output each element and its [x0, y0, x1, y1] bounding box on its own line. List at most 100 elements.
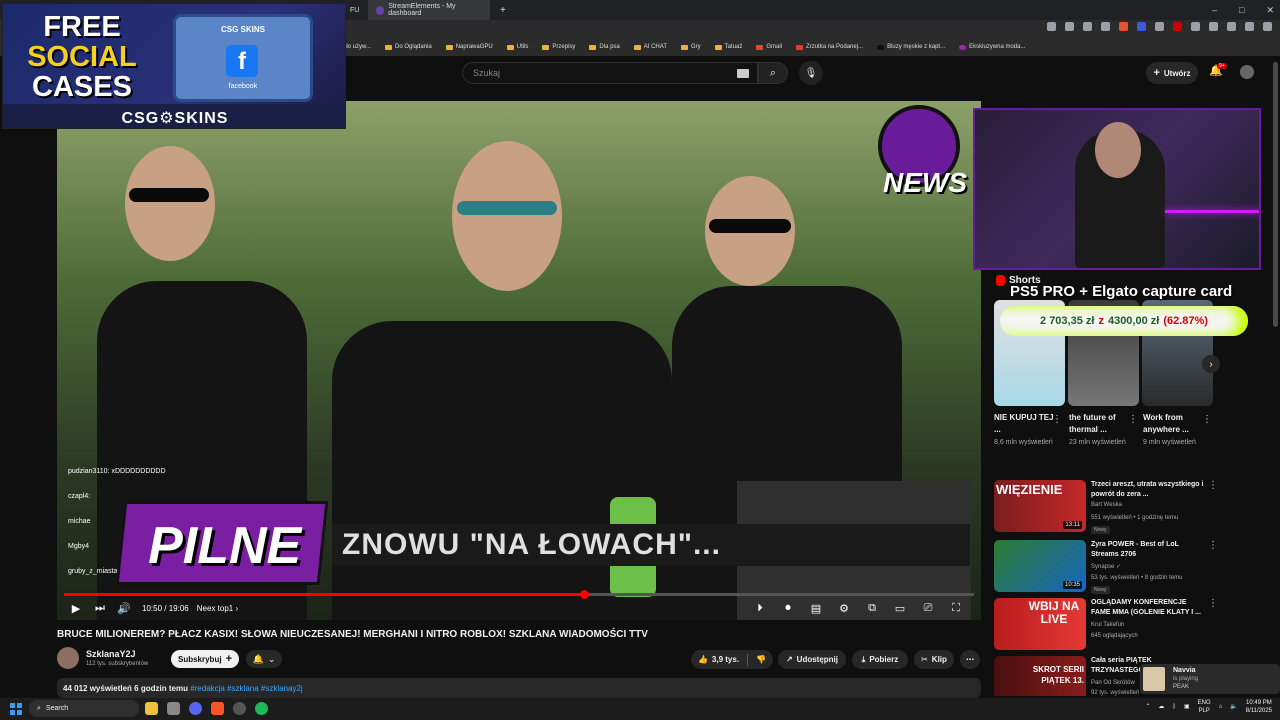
create-button[interactable]: + Utwórz [1146, 62, 1198, 84]
minimize-button[interactable]: – [1212, 5, 1217, 15]
ad-brand: CSG⚙SKINS [3, 104, 345, 128]
short-title[interactable]: Work from anywhere ... [1143, 412, 1207, 436]
channel-name[interactable]: SzklanaY2J [86, 649, 136, 659]
video-menu-button[interactable]: ⋮ [1208, 480, 1218, 491]
cast-button[interactable]: ⎚ [916, 599, 940, 617]
search-button[interactable]: ⌕ [758, 62, 788, 84]
cast-icon[interactable] [1047, 22, 1056, 31]
record-icon[interactable] [1173, 22, 1182, 31]
theater-button[interactable]: ▭ [888, 599, 912, 617]
zoom-icon[interactable] [1083, 22, 1092, 31]
short-menu-button[interactable]: ⋮ [1128, 414, 1138, 425]
shield-icon[interactable] [1137, 22, 1146, 31]
dislike-button[interactable]: 👎 [756, 655, 766, 664]
volume-button[interactable]: 🔊 [112, 599, 136, 617]
page-scrollbar[interactable] [1273, 62, 1278, 327]
discord-icon[interactable] [189, 702, 202, 715]
autoplay-toggle[interactable]: ⏺ [776, 599, 800, 617]
shop-icon [877, 44, 885, 50]
file-explorer-icon[interactable] [145, 702, 158, 715]
short-menu-button[interactable]: ⋮ [1052, 414, 1062, 425]
bookmark-item[interactable]: Bluzy męskie z kapt... [870, 44, 952, 50]
video-thumbnail: SKROT SERII PIĄTEK 13. [994, 656, 1086, 696]
cloud-icon[interactable]: ☁ [1158, 703, 1164, 711]
like-button[interactable]: 👍 3,9 tys. [698, 655, 739, 664]
shorts-next-button[interactable]: › [1202, 355, 1220, 373]
sidebar-icon[interactable] [1209, 22, 1218, 31]
obs-icon[interactable] [233, 702, 246, 715]
short-menu-button[interactable]: ⋮ [1202, 414, 1212, 425]
download-button[interactable]: ⤓ Pobierz [852, 650, 908, 669]
close-button[interactable]: ✕ [1266, 5, 1274, 16]
bookmark-folder[interactable]: Przepisy [535, 44, 582, 50]
short-title[interactable]: NIE KUPUJ TEJ ... [994, 412, 1058, 436]
play-button[interactable]: ▶ [64, 599, 88, 617]
miniplayer-button[interactable]: ⧉ [860, 599, 884, 617]
description-box[interactable]: 44 012 wyświetleń 6 godzin temu #redakcj… [57, 678, 981, 698]
recommended-video[interactable]: 10:35 Zyra POWER - Best of LoL Streams 2… [994, 540, 1218, 594]
bookmark-gmail[interactable]: Gmail [749, 44, 789, 50]
channel-avatar[interactable] [57, 647, 79, 669]
notification-bell-button[interactable]: 🔔 ⌄ [246, 650, 282, 668]
taskbar-search[interactable]: ⌕ Search [29, 700, 139, 717]
spotify-icon[interactable] [255, 702, 268, 715]
volume-icon: 🔊 [117, 602, 131, 615]
bookmark-folder[interactable]: Do Oglądania [378, 44, 439, 50]
bookmark-folder[interactable]: Gry [674, 44, 708, 50]
browser-tab-2[interactable]: StreamElements - My dashboard [368, 0, 490, 20]
chapter-button[interactable]: Neex top1 › [197, 604, 238, 613]
search-input[interactable]: Szukaj [462, 62, 758, 84]
recommended-video[interactable]: WIĘZIENIE 13:11 Trzeci areszt, utrata ws… [994, 480, 1218, 534]
chevron-up-icon[interactable]: ⌃ [1145, 703, 1150, 711]
gpu-icon[interactable]: ▣ [1184, 703, 1190, 711]
video-menu-button[interactable]: ⋮ [1208, 598, 1218, 609]
network-icon[interactable]: ⌂ [1219, 703, 1223, 711]
now-playing-popup[interactable]: Navvia is playing PEAK [1140, 664, 1280, 694]
bookmark-folder[interactable]: NaprawaGPU [439, 44, 500, 50]
bookmark-item[interactable]: Zrzutka na Podanej... [789, 44, 870, 50]
star-icon[interactable] [1101, 22, 1110, 31]
clock[interactable]: 10:49 PM 8/11/2025 [1246, 699, 1272, 715]
brave-browser-icon[interactable] [211, 702, 224, 715]
short-title[interactable]: the future of thermal ... [1069, 412, 1133, 436]
language-indicator[interactable]: ENG PLP [1198, 699, 1211, 715]
fullscreen-button[interactable]: ⛶ [944, 599, 968, 617]
progress-scrubber[interactable] [579, 590, 589, 599]
share-button[interactable]: ↗ Udostępnij [778, 650, 846, 669]
video-meta: 92 tys. wyświetleń [1091, 690, 1140, 696]
store-icon[interactable] [167, 702, 180, 715]
streamer-head [1095, 122, 1141, 178]
puzzle-icon[interactable] [1191, 22, 1200, 31]
autoplay-button[interactable]: ⏵ [748, 599, 772, 617]
brave-icon[interactable] [1119, 22, 1128, 31]
hashtags[interactable]: #redakcja #szklana #szklanay2j [190, 684, 303, 693]
settings-button[interactable]: ⚙ [832, 599, 856, 617]
subtitles-button[interactable]: ▤ [804, 599, 828, 617]
clip-button[interactable]: ✂ Klip [914, 650, 954, 669]
recommended-video[interactable]: WBIJ NA LIVE OGLĄDAMY KONFERENCJE FAME M… [994, 598, 1218, 652]
translate-icon[interactable] [1065, 22, 1074, 31]
new-tab-button[interactable]: + [492, 0, 514, 20]
music-icon[interactable] [1245, 22, 1254, 31]
maximize-button[interactable]: □ [1239, 5, 1244, 15]
bluetooth-icon[interactable]: ᛒ [1172, 703, 1176, 711]
bookmark-folder[interactable]: Tatuaż [708, 44, 750, 50]
ad-overlay-csgoskins[interactable]: FREE SOCIAL CASES CSG SKINS f facebook C… [2, 3, 346, 129]
subscribe-button[interactable]: Subskrybuj + [171, 650, 239, 668]
keyboard-icon[interactable] [737, 69, 749, 78]
album-art [1143, 667, 1165, 691]
speaker-icon[interactable]: 🔈 [1230, 703, 1237, 711]
wallet-icon[interactable] [1227, 22, 1236, 31]
bookmark-folder[interactable]: Dla psa [582, 44, 626, 50]
extension-icon[interactable] [1155, 22, 1164, 31]
bookmark-item[interactable]: Ekskluzywna moda... [952, 44, 1032, 50]
bookmark-folder[interactable]: Utils [500, 44, 536, 50]
more-actions-button[interactable]: ⋯ [960, 650, 980, 669]
bookmark-folder[interactable]: AI CHAT [627, 44, 674, 50]
menu-icon[interactable] [1263, 22, 1272, 31]
start-button[interactable] [10, 703, 22, 715]
video-menu-button[interactable]: ⋮ [1208, 540, 1218, 551]
voice-search-button[interactable]: 🎙 [799, 61, 823, 85]
next-button[interactable]: ⏭ [88, 599, 112, 617]
account-avatar[interactable] [1240, 65, 1254, 79]
